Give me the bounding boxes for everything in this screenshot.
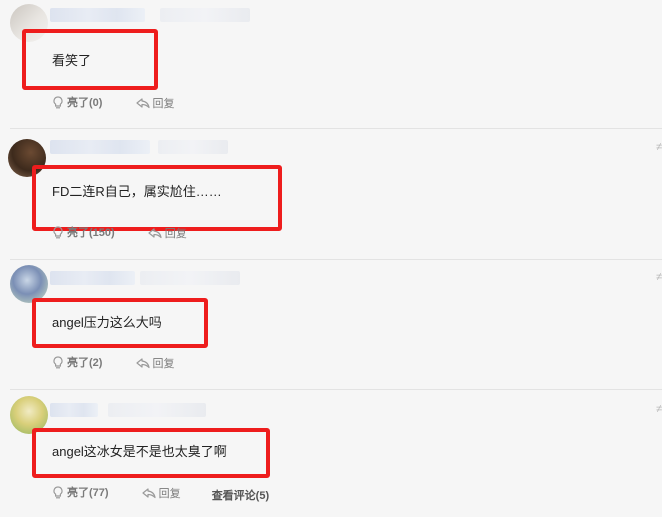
comment-item: ≠ angel这冰女是不是也太臭了啊 亮了(77) 回复 查看评论(5) xyxy=(0,390,662,517)
comment-actions: 亮了(2) 回复 xyxy=(52,354,175,372)
more-options-icon[interactable]: ≠ xyxy=(656,402,662,416)
reply-label: 回复 xyxy=(152,357,175,370)
reply-arrow-icon xyxy=(135,97,150,108)
like-button[interactable]: 亮了(77) xyxy=(52,484,109,500)
meta-blurred xyxy=(160,8,250,22)
comment-item: ≠ FD二连R自己，属实尬住…… 亮了(150) 回复 xyxy=(0,129,662,259)
comment-text: 看笑了 xyxy=(52,53,92,68)
reply-arrow-icon xyxy=(142,487,156,498)
username-blurred[interactable] xyxy=(50,271,135,285)
meta-blurred xyxy=(158,140,228,154)
more-options-icon[interactable]: ≠ xyxy=(656,270,662,284)
meta-blurred xyxy=(140,271,240,285)
reply-label: 回复 xyxy=(152,97,175,110)
comment-actions: 亮了(150) 回复 xyxy=(52,224,187,242)
reply-label: 回复 xyxy=(164,227,187,240)
reply-button[interactable]: 回复 xyxy=(135,95,175,111)
like-label: 亮了(150) xyxy=(67,227,115,239)
username-blurred[interactable] xyxy=(50,403,98,417)
comment-actions: 亮了(77) 回复 查看评论(5) xyxy=(52,484,269,503)
like-label: 亮了(77) xyxy=(67,487,109,499)
like-button[interactable]: 亮了(2) xyxy=(52,354,102,370)
lightbulb-icon xyxy=(53,355,63,368)
comment-item: ≠ angel压力这么大吗 亮了(2) 回复 xyxy=(0,260,662,389)
view-replies-label: 查看评论(5) xyxy=(211,489,270,502)
reply-label: 回复 xyxy=(158,487,181,500)
meta-blurred xyxy=(108,403,206,417)
lightbulb-icon xyxy=(53,95,63,108)
username-blurred[interactable] xyxy=(50,8,145,22)
reply-button[interactable]: 回复 xyxy=(142,485,181,501)
comment-item: 看笑了 亮了(0) 回复 xyxy=(0,0,662,128)
reply-button[interactable]: 回复 xyxy=(135,355,175,371)
comment-text: FD二连R自己，属实尬住…… xyxy=(52,184,222,199)
comment-actions: 亮了(0) 回复 xyxy=(52,94,175,112)
view-replies-button[interactable]: 查看评论(5) xyxy=(212,487,269,503)
reply-button[interactable]: 回复 xyxy=(148,225,187,241)
lightbulb-icon xyxy=(53,225,63,238)
like-button[interactable]: 亮了(0) xyxy=(52,94,102,110)
reply-arrow-icon xyxy=(135,357,150,368)
reply-arrow-icon xyxy=(148,227,162,238)
comment-text: angel这冰女是不是也太臭了啊 xyxy=(52,444,227,459)
comment-text: angel压力这么大吗 xyxy=(52,315,162,330)
like-label: 亮了(0) xyxy=(67,97,103,109)
like-button[interactable]: 亮了(150) xyxy=(52,224,115,240)
lightbulb-icon xyxy=(53,485,63,498)
username-blurred[interactable] xyxy=(50,140,150,154)
more-options-icon[interactable]: ≠ xyxy=(656,140,662,154)
like-label: 亮了(2) xyxy=(67,357,103,369)
